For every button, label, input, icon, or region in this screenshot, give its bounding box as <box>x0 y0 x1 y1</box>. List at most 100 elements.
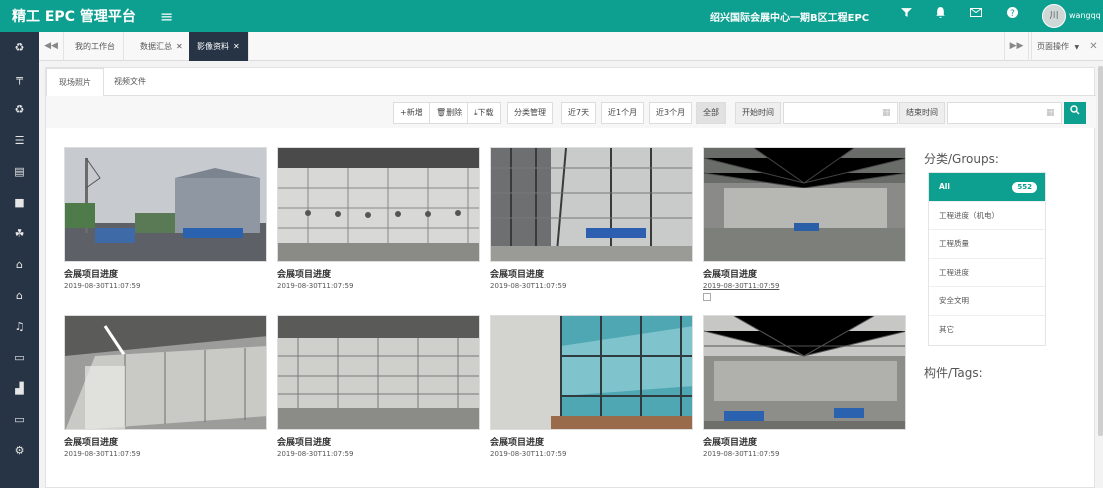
start-time-label: 开始时间 <box>735 102 781 124</box>
group-item-other[interactable]: 其它 <box>929 316 1045 345</box>
user-name[interactable]: wangqq <box>1069 11 1101 20</box>
top-bar: 精工 EPC 管理平台 ≡ 绍兴国际会展中心一期B区工程EPC ? 川 wang… <box>0 0 1103 32</box>
photo-card[interactable]: 会展项目进度 2019-08-30T11:07:59 <box>703 147 906 301</box>
group-item-progress-mep[interactable]: 工程进度（机电） <box>929 202 1045 231</box>
tab-image-data[interactable]: 影像资料 ✕ <box>189 32 249 61</box>
calendar-icon[interactable]: ▦ <box>1046 108 1055 118</box>
photo-date: 2019-08-30T11:07:59 <box>277 282 354 290</box>
photo-card[interactable]: 会展项目进度 2019-08-30T11:07:59 <box>703 315 906 458</box>
photo-thumbnail[interactable] <box>64 315 267 430</box>
subtab-photos[interactable]: 现场照片 <box>46 68 104 97</box>
count-badge: 552 <box>1012 182 1037 193</box>
chart-icon[interactable]: ▟ <box>0 379 39 399</box>
tab-label: 数据汇总 <box>140 42 172 51</box>
sitemap-icon[interactable]: ☘ <box>0 224 39 244</box>
bell-icon[interactable] <box>932 7 948 21</box>
photo-thumbnail[interactable] <box>490 147 693 262</box>
photo-thumbnail[interactable] <box>64 147 267 262</box>
group-item-safety[interactable]: 安全文明 <box>929 287 1045 316</box>
close-all-icon[interactable]: ✕ <box>1081 32 1103 61</box>
gears-icon[interactable]: ⚙ <box>0 441 39 461</box>
building-icon[interactable]: ▤ <box>0 162 39 182</box>
photo-thumbnail[interactable] <box>277 315 480 430</box>
last-3-months-button[interactable]: 近3个月 <box>649 102 693 124</box>
app-title: 精工 EPC 管理平台 <box>12 9 136 25</box>
photo-title: 会展项目进度 <box>277 438 332 448</box>
trash-icon: 🗑 <box>436 108 447 117</box>
search-button[interactable] <box>1064 102 1086 124</box>
all-button[interactable]: 全部 <box>696 102 726 124</box>
close-icon[interactable]: ✕ <box>176 42 183 51</box>
photo-date: 2019-08-30T11:07:59 <box>64 450 141 458</box>
photo-date: 2019-08-30T11:07:59 <box>490 450 567 458</box>
photo-thumbnail[interactable] <box>277 147 480 262</box>
photo-card[interactable]: 会展项目进度 2019-08-30T11:07:59 <box>277 315 480 458</box>
photo-date: 2019-08-30T11:07:59 <box>277 450 354 458</box>
photo-thumbnail[interactable] <box>703 147 906 262</box>
monitor-icon[interactable]: ▭ <box>0 348 39 368</box>
tab-workbench[interactable]: 我的工作台 <box>67 32 124 61</box>
photo-title: 会展项目进度 <box>703 438 758 448</box>
tab-data-summary[interactable]: 数据汇总 ✕ <box>132 32 192 61</box>
filter-icon[interactable] <box>898 7 914 21</box>
calendar-icon[interactable]: ▦ <box>882 108 891 118</box>
monitor-icon[interactable]: ▭ <box>0 410 39 430</box>
scrollbar[interactable] <box>1098 66 1103 436</box>
toolbar: +新增 🗑删除 ⤓下载 分类管理 近7天 近1个月 近3个月 全部 开始时间 ▦… <box>46 96 1096 128</box>
photo-title: 会展项目进度 <box>64 438 119 448</box>
tab-label: 我的工作台 <box>75 42 115 51</box>
help-icon[interactable]: ? <box>1004 7 1020 21</box>
start-time-input[interactable] <box>783 102 898 124</box>
photo-date: 2019-08-30T11:07:59 <box>703 282 780 290</box>
select-checkbox[interactable] <box>703 293 711 301</box>
photo-title: 会展项目进度 <box>490 270 545 280</box>
photo-title: 会展项目进度 <box>277 270 332 280</box>
end-time-label: 结束时间 <box>899 102 945 124</box>
groups-list: All 552 工程进度（机电） 工程质量 工程进度 安全文明 其它 <box>928 172 1046 346</box>
photo-thumbnail[interactable] <box>703 315 906 430</box>
bell-icon[interactable]: ♫ <box>0 317 39 337</box>
menu-toggle-icon[interactable]: ≡ <box>160 7 173 26</box>
photo-card[interactable]: 会展项目进度 2019-08-30T11:07:59 <box>64 315 267 458</box>
category-manage-button[interactable]: 分类管理 <box>507 102 553 124</box>
group-item-progress[interactable]: 工程进度 <box>929 259 1045 288</box>
bank-icon[interactable]: ⌂ <box>0 286 39 306</box>
recycle-icon[interactable]: ♻ <box>0 38 39 58</box>
photo-card[interactable]: 会展项目进度 2019-08-30T11:07:59 <box>277 147 480 290</box>
sidebar: ♻ ╤ ♻ ☰ ▤ ■ ☘ ⌂ ⌂ ♫ ▭ ▟ ▭ ⚙ <box>0 32 39 488</box>
recycle-icon[interactable]: ♻ <box>0 100 39 120</box>
group-item-all[interactable]: All 552 <box>929 173 1045 202</box>
tools-icon[interactable]: ╤ <box>0 69 39 89</box>
avatar[interactable]: 川 <box>1042 4 1066 28</box>
mail-icon[interactable] <box>968 7 984 21</box>
photo-title: 会展项目进度 <box>64 270 119 280</box>
last-7-days-button[interactable]: 近7天 <box>561 102 597 124</box>
delete-button[interactable]: 🗑删除 <box>429 102 470 124</box>
photo-date: 2019-08-30T11:07:59 <box>490 282 567 290</box>
tabs-next-icon[interactable]: ▶▶ <box>1004 32 1029 61</box>
group-item-quality[interactable]: 工程质量 <box>929 230 1045 259</box>
download-button[interactable]: ⤓下载 <box>467 102 501 124</box>
tabs-prev-icon[interactable]: ◀◀ <box>39 32 64 61</box>
tab-bar: ◀◀ 我的工作台 数据汇总 ✕ 影像资料 ✕ ▶▶ 页面操作 ▼ ✕ <box>39 32 1103 61</box>
close-icon[interactable]: ✕ <box>233 42 240 51</box>
last-1-month-button[interactable]: 近1个月 <box>601 102 645 124</box>
photo-date: 2019-08-30T11:07:59 <box>64 282 141 290</box>
briefcase-icon[interactable]: ■ <box>0 193 39 213</box>
delete-label: 删除 <box>446 108 463 117</box>
subtabs: 现场照片 视频文件 <box>46 68 1096 97</box>
photo-card[interactable]: 会展项目进度 2019-08-30T11:07:59 <box>64 147 267 290</box>
database-icon[interactable]: ☰ <box>0 131 39 151</box>
photo-thumbnail[interactable] <box>490 315 693 430</box>
groups-title: 分类/Groups: <box>924 152 999 166</box>
bank-icon[interactable]: ⌂ <box>0 255 39 275</box>
add-button[interactable]: +新增 <box>393 102 430 124</box>
search-icon <box>1070 105 1080 115</box>
project-name: 绍兴国际会展中心一期B区工程EPC <box>710 13 870 24</box>
photo-card[interactable]: 会展项目进度 2019-08-30T11:07:59 <box>490 315 693 458</box>
photo-card[interactable]: 会展项目进度 2019-08-30T11:07:59 <box>490 147 693 290</box>
end-time-input[interactable] <box>947 102 1062 124</box>
photo-title: 会展项目进度 <box>490 438 545 448</box>
subtab-videos[interactable]: 视频文件 <box>102 68 158 96</box>
group-label: All <box>939 182 950 191</box>
